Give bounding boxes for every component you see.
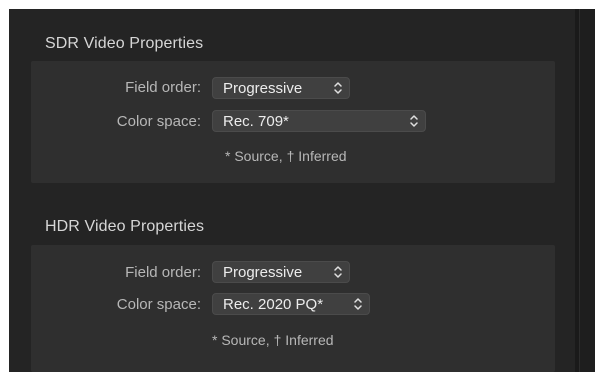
adjacent-pane-edge	[579, 9, 595, 372]
sdr-field-order-value: Progressive	[223, 80, 303, 97]
chevron-up-down-icon	[410, 115, 418, 127]
inspector-window: SDR Video Properties Field order: Progre…	[9, 9, 595, 372]
sdr-field-order-popup[interactable]: Progressive	[212, 77, 350, 99]
chevron-up-down-icon	[354, 298, 362, 310]
video-properties-inspector: SDR Video Properties Field order: Progre…	[9, 9, 575, 372]
hdr-note-inferred: † Inferred	[273, 332, 334, 348]
hdr-source-inferred-note: * Source, † Inferred	[212, 332, 334, 348]
hdr-field-order-popup[interactable]: Progressive	[212, 261, 350, 283]
hdr-note-source: * Source,	[212, 332, 270, 348]
chevron-up-down-icon	[334, 82, 342, 94]
hdr-color-space-value: Rec. 2020 PQ*	[223, 296, 324, 313]
sdr-field-order-label: Field order:	[125, 79, 201, 96]
chevron-up-down-icon	[334, 266, 342, 278]
sdr-source-inferred-note: * Source, † Inferred	[225, 148, 347, 164]
sdr-note-inferred: † Inferred	[286, 148, 347, 164]
sdr-properties-panel: Field order: Progressive Color space: Re…	[31, 61, 555, 183]
sdr-color-space-label: Color space:	[116, 113, 201, 130]
hdr-properties-panel: Field order: Progressive Color space: Re…	[31, 245, 555, 372]
hdr-color-space-label: Color space:	[116, 296, 201, 313]
hdr-section-title: HDR Video Properties	[45, 218, 205, 235]
sdr-note-source: * Source,	[225, 148, 283, 164]
hdr-color-space-popup[interactable]: Rec. 2020 PQ*	[212, 293, 370, 315]
sdr-section-title: SDR Video Properties	[45, 35, 204, 52]
hdr-field-order-value: Progressive	[223, 264, 303, 281]
sdr-color-space-popup[interactable]: Rec. 709*	[212, 110, 426, 132]
hdr-field-order-label: Field order:	[125, 264, 201, 281]
sdr-color-space-value: Rec. 709*	[223, 113, 289, 130]
